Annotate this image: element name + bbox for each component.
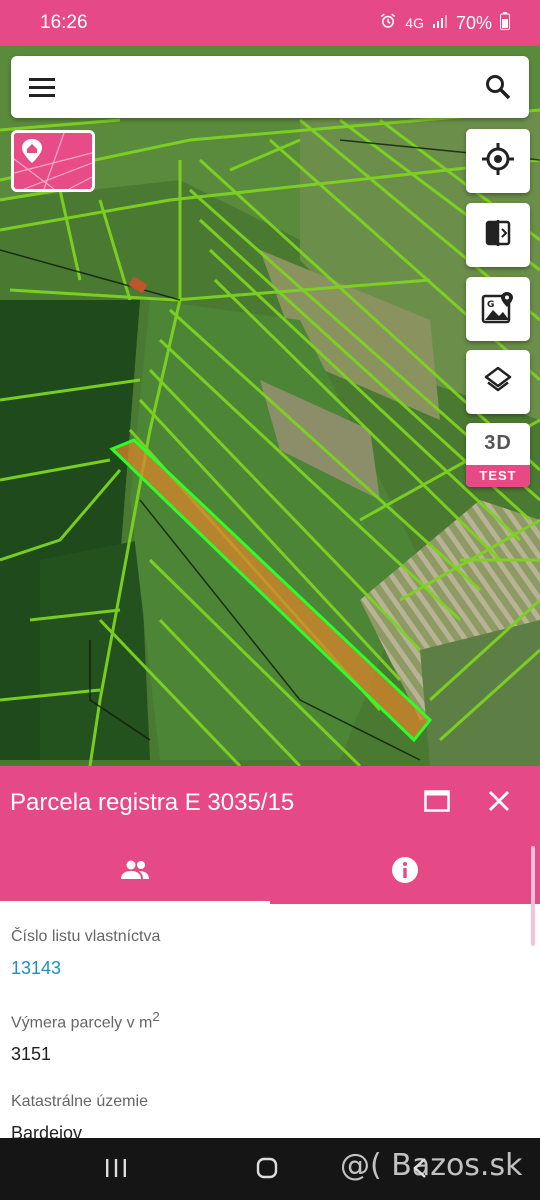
network-type: 4G bbox=[405, 15, 424, 31]
owners-icon bbox=[120, 859, 150, 886]
field-parcel-area: Výmera parcely v m2 3151 bbox=[11, 1009, 529, 1065]
compare-icon bbox=[483, 218, 513, 253]
field-cadastral-area: Katastrálne územie Bardejov bbox=[11, 1093, 529, 1138]
3d-view-button[interactable]: 3D TEST bbox=[466, 423, 530, 487]
layers-button[interactable] bbox=[466, 350, 530, 414]
status-icons: 4G 70% bbox=[379, 11, 510, 35]
field-label: Číslo listu vlastníctva bbox=[11, 928, 161, 945]
field-label-text: Výmera parcely v m bbox=[11, 1014, 153, 1032]
3d-label: 3D bbox=[484, 432, 512, 454]
close-button[interactable] bbox=[468, 772, 530, 834]
map-source-button[interactable]: G bbox=[466, 277, 530, 341]
layers-icon bbox=[483, 365, 513, 400]
parcel-title: Parcela registra E 3035/15 bbox=[10, 789, 295, 816]
maximize-button[interactable] bbox=[406, 772, 468, 834]
status-bar: 16:26 4G 70% bbox=[0, 0, 540, 46]
tab-owners[interactable] bbox=[0, 840, 270, 904]
scrollbar[interactable] bbox=[531, 846, 535, 946]
test-badge: TEST bbox=[466, 465, 530, 487]
menu-icon[interactable] bbox=[29, 77, 55, 97]
my-location-button[interactable] bbox=[466, 129, 530, 193]
basemap-toggle-thumbnail[interactable] bbox=[11, 130, 95, 192]
field-label-sup: 2 bbox=[152, 1009, 160, 1024]
battery-level: 70% bbox=[455, 12, 492, 33]
parcel-panel-header: Parcela registra E 3035/15 bbox=[0, 766, 540, 840]
search-bar[interactable] bbox=[11, 56, 529, 118]
battery-icon bbox=[500, 11, 510, 35]
field-value: 3151 bbox=[11, 1044, 52, 1065]
field-label: Výmera parcely v m2 bbox=[11, 1009, 529, 1032]
my-location-icon bbox=[481, 142, 515, 181]
info-icon bbox=[391, 856, 419, 889]
svg-text:G: G bbox=[487, 300, 494, 310]
google-map-icon: G bbox=[481, 290, 515, 329]
field-label: Katastrálne územie bbox=[11, 1093, 148, 1111]
signal-icon bbox=[432, 13, 448, 34]
maximize-icon bbox=[424, 789, 450, 817]
parcel-tabs bbox=[0, 840, 540, 904]
watermark: @( Bazos.sk bbox=[340, 1148, 523, 1183]
recent-apps-button[interactable] bbox=[105, 1158, 127, 1183]
status-time: 16:26 bbox=[40, 12, 88, 33]
search-icon[interactable] bbox=[485, 74, 511, 100]
field-value: Bardejov bbox=[11, 1123, 83, 1138]
parcel-details: Číslo listu vlastníctva 13143 Výmera par… bbox=[0, 904, 540, 1138]
alarm-icon bbox=[379, 12, 397, 35]
home-button[interactable] bbox=[256, 1157, 278, 1184]
field-ownership-sheet: Číslo listu vlastníctva 13143 bbox=[11, 928, 529, 979]
compare-button[interactable] bbox=[466, 203, 530, 267]
ownership-sheet-link[interactable]: 13143 bbox=[11, 958, 529, 979]
close-icon bbox=[488, 790, 510, 817]
tab-info[interactable] bbox=[270, 840, 540, 904]
